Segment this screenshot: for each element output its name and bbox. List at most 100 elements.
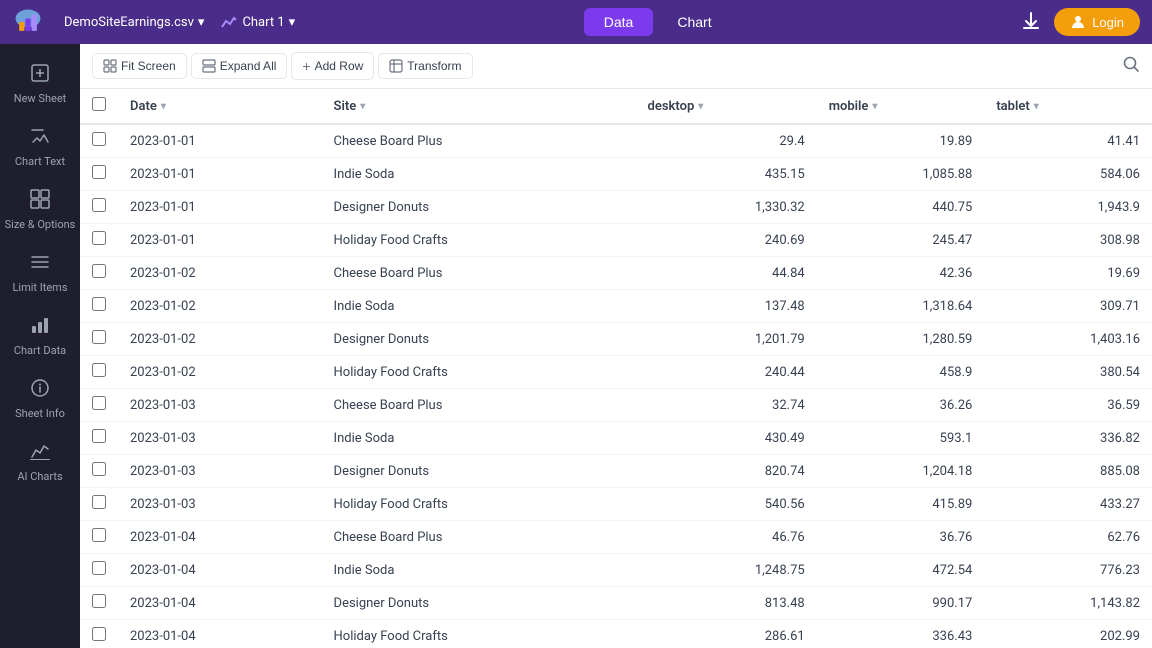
- row-checkbox[interactable]: [92, 297, 106, 311]
- table-row: 2023-01-03 Cheese Board Plus 32.74 36.26…: [80, 389, 1152, 422]
- row-checkbox[interactable]: [92, 198, 106, 212]
- row-checkbox-cell[interactable]: [80, 323, 118, 356]
- row-checkbox[interactable]: [92, 363, 106, 377]
- sidebar-item-size-options[interactable]: Size & Options: [0, 178, 80, 241]
- sidebar-item-limit-items-label: Limit Items: [13, 281, 68, 294]
- tablet-col-label: tablet: [996, 99, 1029, 114]
- sidebar-item-new-sheet[interactable]: New Sheet: [0, 52, 80, 115]
- row-checkbox-cell[interactable]: [80, 158, 118, 191]
- fit-screen-button[interactable]: Fit Screen: [92, 53, 187, 79]
- row-date: 2023-01-03: [118, 488, 322, 521]
- row-checkbox-cell[interactable]: [80, 587, 118, 620]
- sidebar-item-sheet-info[interactable]: Sheet Info: [0, 367, 80, 430]
- row-checkbox[interactable]: [92, 396, 106, 410]
- row-date: 2023-01-04: [118, 521, 322, 554]
- tab-data[interactable]: Data: [584, 8, 654, 36]
- row-checkbox-cell[interactable]: [80, 521, 118, 554]
- sidebar-item-chart-text-label: Chart Text: [15, 155, 65, 168]
- sidebar-item-ai-charts[interactable]: AI Charts: [0, 430, 80, 493]
- row-checkbox-cell[interactable]: [80, 257, 118, 290]
- toolbar-right: [1122, 55, 1140, 78]
- mobile-column-header[interactable]: mobile ▾: [817, 89, 985, 124]
- row-mobile: 593.1: [817, 422, 985, 455]
- desktop-column-header[interactable]: desktop ▾: [636, 89, 817, 124]
- tablet-sort-icon: ▾: [1034, 101, 1039, 112]
- logo-area: [12, 6, 44, 38]
- file-name-label: DemoSiteEarnings.csv: [64, 15, 194, 30]
- row-desktop: 137.48: [636, 290, 817, 323]
- download-button[interactable]: [1020, 10, 1042, 35]
- sidebar-item-chart-data[interactable]: Chart Data: [0, 304, 80, 367]
- row-checkbox-cell[interactable]: [80, 290, 118, 323]
- login-label: Login: [1092, 15, 1124, 30]
- row-checkbox[interactable]: [92, 594, 106, 608]
- table-row: 2023-01-01 Indie Soda 435.15 1,085.88 58…: [80, 158, 1152, 191]
- row-checkbox[interactable]: [92, 330, 106, 344]
- expand-all-icon: [202, 59, 216, 73]
- row-checkbox[interactable]: [92, 561, 106, 575]
- row-mobile: 990.17: [817, 587, 985, 620]
- select-all-header[interactable]: [80, 89, 118, 124]
- row-checkbox-cell[interactable]: [80, 356, 118, 389]
- mobile-sort-icon: ▾: [872, 101, 877, 112]
- row-site: Holiday Food Crafts: [322, 620, 636, 648]
- row-desktop: 813.48: [636, 587, 817, 620]
- row-checkbox-cell[interactable]: [80, 554, 118, 587]
- row-checkbox-cell[interactable]: [80, 224, 118, 257]
- row-date: 2023-01-01: [118, 191, 322, 224]
- row-date: 2023-01-02: [118, 356, 322, 389]
- row-checkbox[interactable]: [92, 132, 106, 146]
- search-button[interactable]: [1122, 55, 1140, 78]
- row-site: Designer Donuts: [322, 323, 636, 356]
- table-row: 2023-01-04 Indie Soda 1,248.75 472.54 77…: [80, 554, 1152, 587]
- fit-screen-icon: [103, 59, 117, 73]
- expand-all-button[interactable]: Expand All: [191, 53, 288, 79]
- row-checkbox-cell[interactable]: [80, 191, 118, 224]
- row-site: Designer Donuts: [322, 587, 636, 620]
- row-mobile: 36.76: [817, 521, 985, 554]
- row-checkbox-cell[interactable]: [80, 422, 118, 455]
- row-checkbox[interactable]: [92, 528, 106, 542]
- chart-name-label: Chart 1: [242, 15, 284, 30]
- row-checkbox[interactable]: [92, 429, 106, 443]
- chart-selector[interactable]: Chart 1 ▾: [220, 13, 295, 31]
- date-column-header[interactable]: Date ▾: [118, 89, 322, 124]
- transform-button[interactable]: Transform: [378, 53, 472, 79]
- table-row: 2023-01-02 Indie Soda 137.48 1,318.64 30…: [80, 290, 1152, 323]
- row-checkbox-cell[interactable]: [80, 389, 118, 422]
- row-date: 2023-01-02: [118, 257, 322, 290]
- row-date: 2023-01-03: [118, 389, 322, 422]
- select-all-checkbox[interactable]: [92, 97, 106, 111]
- row-checkbox[interactable]: [92, 264, 106, 278]
- row-checkbox-cell[interactable]: [80, 124, 118, 158]
- row-site: Cheese Board Plus: [322, 521, 636, 554]
- row-checkbox[interactable]: [92, 165, 106, 179]
- table-row: 2023-01-03 Designer Donuts 820.74 1,204.…: [80, 455, 1152, 488]
- row-desktop: 44.84: [636, 257, 817, 290]
- row-checkbox-cell[interactable]: [80, 455, 118, 488]
- site-sort-icon: ▾: [360, 101, 365, 112]
- row-checkbox-cell[interactable]: [80, 620, 118, 648]
- sidebar-item-chart-text[interactable]: Chart Text: [0, 115, 80, 178]
- row-checkbox-cell[interactable]: [80, 488, 118, 521]
- table-row: 2023-01-04 Cheese Board Plus 46.76 36.76…: [80, 521, 1152, 554]
- app-logo: [12, 6, 44, 38]
- row-date: 2023-01-01: [118, 124, 322, 158]
- row-desktop: 1,330.32: [636, 191, 817, 224]
- row-checkbox[interactable]: [92, 495, 106, 509]
- tablet-column-header[interactable]: tablet ▾: [984, 89, 1152, 124]
- row-checkbox[interactable]: [92, 462, 106, 476]
- row-desktop: 286.61: [636, 620, 817, 648]
- row-tablet: 433.27: [984, 488, 1152, 521]
- add-row-label: Add Row: [315, 59, 364, 73]
- tab-chart[interactable]: Chart: [657, 8, 731, 36]
- header-tabs: Data Chart: [307, 8, 1008, 36]
- sidebar-item-limit-items[interactable]: Limit Items: [0, 241, 80, 304]
- row-checkbox[interactable]: [92, 627, 106, 641]
- file-selector[interactable]: DemoSiteEarnings.csv ▾: [64, 15, 204, 30]
- row-checkbox[interactable]: [92, 231, 106, 245]
- download-icon: [1020, 10, 1042, 32]
- login-button[interactable]: Login: [1054, 8, 1140, 36]
- add-row-button[interactable]: + Add Row: [291, 52, 374, 80]
- site-column-header[interactable]: Site ▾: [322, 89, 636, 124]
